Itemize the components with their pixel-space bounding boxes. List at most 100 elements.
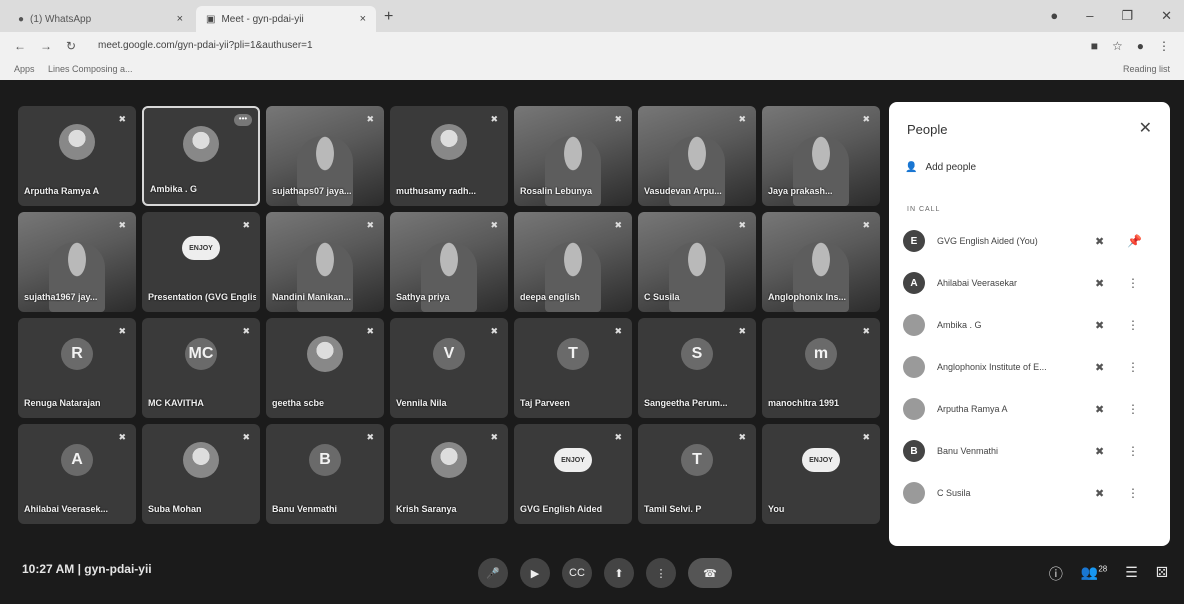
close-window-icon[interactable]: ✕ — [1161, 8, 1172, 24]
participant-tile[interactable]: ENJOY ✖ Presentation (GVG English Aid... — [142, 212, 260, 312]
chat-icon[interactable]: ☰ — [1125, 564, 1138, 584]
more-icon[interactable]: ⋮ — [1127, 444, 1139, 458]
participant-tile[interactable]: ✖ Rosalin Lebunya — [514, 106, 632, 206]
add-people-button[interactable]: 👤 Add people — [905, 162, 976, 173]
participant-name: Nandini Manikan... — [272, 292, 352, 302]
participant-tile[interactable]: ✖ deepa english — [514, 212, 632, 312]
participant-name: You — [768, 504, 785, 514]
people-row[interactable]: B Banu Venmathi ✖ ⋮ — [903, 436, 1155, 466]
participant-name: sujatha1967 jay... — [24, 292, 98, 302]
participant-tile[interactable]: ENJOY ✖ You — [762, 424, 880, 524]
more-icon[interactable]: ⋮ — [1127, 318, 1139, 332]
back-icon[interactable]: ← — [14, 39, 26, 53]
participant-tile[interactable]: V ✖ Vennila Nila — [390, 318, 508, 418]
mic-off-icon: ✖ — [614, 220, 622, 230]
participant-tile[interactable]: m ✖ manochitra 1991 — [762, 318, 880, 418]
reload-icon[interactable]: ↻ — [66, 39, 76, 53]
mic-off-icon: ✖ — [1095, 319, 1105, 332]
meeting-details: 10:27 AM | gyn-pdai-yii — [22, 562, 152, 576]
participant-tile[interactable]: ✖ Arputha Ramya A — [18, 106, 136, 206]
add-people-label: Add people — [925, 162, 977, 173]
participant-tile[interactable]: ✖ geetha scbe — [266, 318, 384, 418]
participant-tile[interactable]: A ✖ Ahilabai Veerasek... — [18, 424, 136, 524]
participant-tile[interactable]: B ✖ Banu Venmathi — [266, 424, 384, 524]
more-icon[interactable]: ⋮ — [1127, 276, 1139, 290]
bottom-bar: 10:27 AM | gyn-pdai-yii 🎤 ▶ CC ⬆ ⋮ ☎ ⓘ 👥… — [0, 550, 1184, 604]
avatar: V — [433, 338, 465, 370]
maximize-icon[interactable]: ❐ — [1121, 8, 1133, 24]
more-icon[interactable]: 📌 — [1127, 234, 1142, 248]
people-row[interactable]: Arputha Ramya A ✖ ⋮ — [903, 394, 1155, 424]
camera-button[interactable]: ▶ — [520, 558, 550, 588]
leave-call-button[interactable]: ☎ — [688, 558, 732, 588]
people-row[interactable]: Anglophonix Institute of E... ✖ ⋮ — [903, 352, 1155, 382]
participant-name: Sangeetha Perum... — [644, 398, 728, 408]
participant-tile[interactable]: ✖ Anglophonix Ins... — [762, 212, 880, 312]
more-icon[interactable]: ⋮ — [1127, 486, 1139, 500]
bookmark-lines[interactable]: Lines Composing a... — [48, 64, 133, 74]
participant-tile[interactable]: T ✖ Tamil Selvi. P — [638, 424, 756, 524]
forward-icon[interactable]: → — [40, 39, 52, 53]
close-tab-icon[interactable]: × — [177, 13, 183, 25]
participant-tile[interactable]: ✖ muthusamy radh... — [390, 106, 508, 206]
url-field[interactable]: meet.google.com/gyn-pdai-yii?pli=1&authu… — [98, 40, 313, 51]
avatar: T — [557, 338, 589, 370]
participant-tile[interactable]: ✖ C Susila — [638, 212, 756, 312]
mic-off-icon: ✖ — [366, 114, 374, 124]
star-icon[interactable]: ☆ — [1112, 39, 1123, 53]
bookmark-apps[interactable]: Apps — [14, 64, 35, 74]
close-icon[interactable]: ✕ — [1139, 118, 1152, 138]
participant-tile[interactable]: ✖ Nandini Manikan... — [266, 212, 384, 312]
participant-tile[interactable]: S ✖ Sangeetha Perum... — [638, 318, 756, 418]
close-tab-icon[interactable]: × — [360, 13, 366, 25]
tab-meet[interactable]: ▣ Meet - gyn-pdai-yii × — [196, 6, 376, 32]
participant-name: Jaya prakash... — [768, 186, 833, 196]
tab-whatsapp[interactable]: ● (1) WhatsApp × — [8, 6, 193, 32]
present-button[interactable]: ⬆ — [604, 558, 634, 588]
participant-name: Vasudevan Arpu... — [644, 186, 722, 196]
participant-tile[interactable]: MC ✖ MC KAVITHA — [142, 318, 260, 418]
account-icon[interactable]: ● — [1137, 39, 1144, 53]
people-icon[interactable]: 👥28 — [1081, 564, 1107, 584]
more-options-button[interactable]: ⋮ — [646, 558, 676, 588]
mic-off-icon: ✖ — [1095, 445, 1105, 458]
minimize-icon[interactable]: – — [1086, 8, 1093, 24]
participant-tile[interactable]: R ✖ Renuga Natarajan — [18, 318, 136, 418]
mic-off-icon: ✖ — [738, 326, 746, 336]
meet-icon: ▣ — [206, 13, 216, 25]
address-actions: ■ ☆ ● ⋮ — [1091, 39, 1170, 53]
mic-off-icon: ✖ — [614, 432, 622, 442]
people-row[interactable]: E GVG English Aided (You) ✖ 📌 — [903, 226, 1155, 256]
avatar — [903, 398, 925, 420]
mic-off-icon: ✖ — [862, 220, 870, 230]
people-row[interactable]: C Susila ✖ ⋮ — [903, 478, 1155, 508]
whatsapp-icon: ● — [18, 13, 25, 25]
tile-options-icon[interactable]: ••• — [234, 114, 252, 126]
participant-tile[interactable]: ✖ Sathya priya — [390, 212, 508, 312]
participant-tile[interactable]: ✖ sujatha1967 jay... — [18, 212, 136, 312]
participant-tile[interactable]: T ✖ Taj Parveen — [514, 318, 632, 418]
participant-tile[interactable]: ✖ Krish Saranya — [390, 424, 508, 524]
activities-icon[interactable]: ⚄ — [1156, 564, 1168, 584]
avatar: S — [681, 338, 713, 370]
captions-button[interactable]: CC — [562, 558, 592, 588]
info-icon[interactable]: ⓘ — [1049, 564, 1063, 584]
people-row[interactable]: Ambika . G ✖ ⋮ — [903, 310, 1155, 340]
participant-tile[interactable]: ✖ Suba Mohan — [142, 424, 260, 524]
new-tab-button[interactable]: + — [384, 8, 393, 26]
reading-list[interactable]: Reading list — [1123, 64, 1170, 74]
more-icon[interactable]: ⋮ — [1127, 402, 1139, 416]
participant-tile[interactable]: ••• Ambika . G — [142, 106, 260, 206]
more-icon[interactable]: ⋮ — [1127, 360, 1139, 374]
profile-icon[interactable]: ● — [1050, 8, 1058, 24]
mic-off-icon: ✖ — [862, 432, 870, 442]
participant-tile[interactable]: ✖ Vasudevan Arpu... — [638, 106, 756, 206]
camera-icon[interactable]: ■ — [1091, 39, 1098, 53]
menu-icon[interactable]: ⋮ — [1158, 39, 1170, 53]
mic-button[interactable]: 🎤 — [478, 558, 508, 588]
people-row[interactable]: A Ahilabai Veerasekar ✖ ⋮ — [903, 268, 1155, 298]
participant-tile[interactable]: ✖ sujathaps07 jaya... — [266, 106, 384, 206]
mic-off-icon: ✖ — [490, 326, 498, 336]
participant-tile[interactable]: ENJOY ✖ GVG English Aided — [514, 424, 632, 524]
participant-tile[interactable]: ✖ Jaya prakash... — [762, 106, 880, 206]
